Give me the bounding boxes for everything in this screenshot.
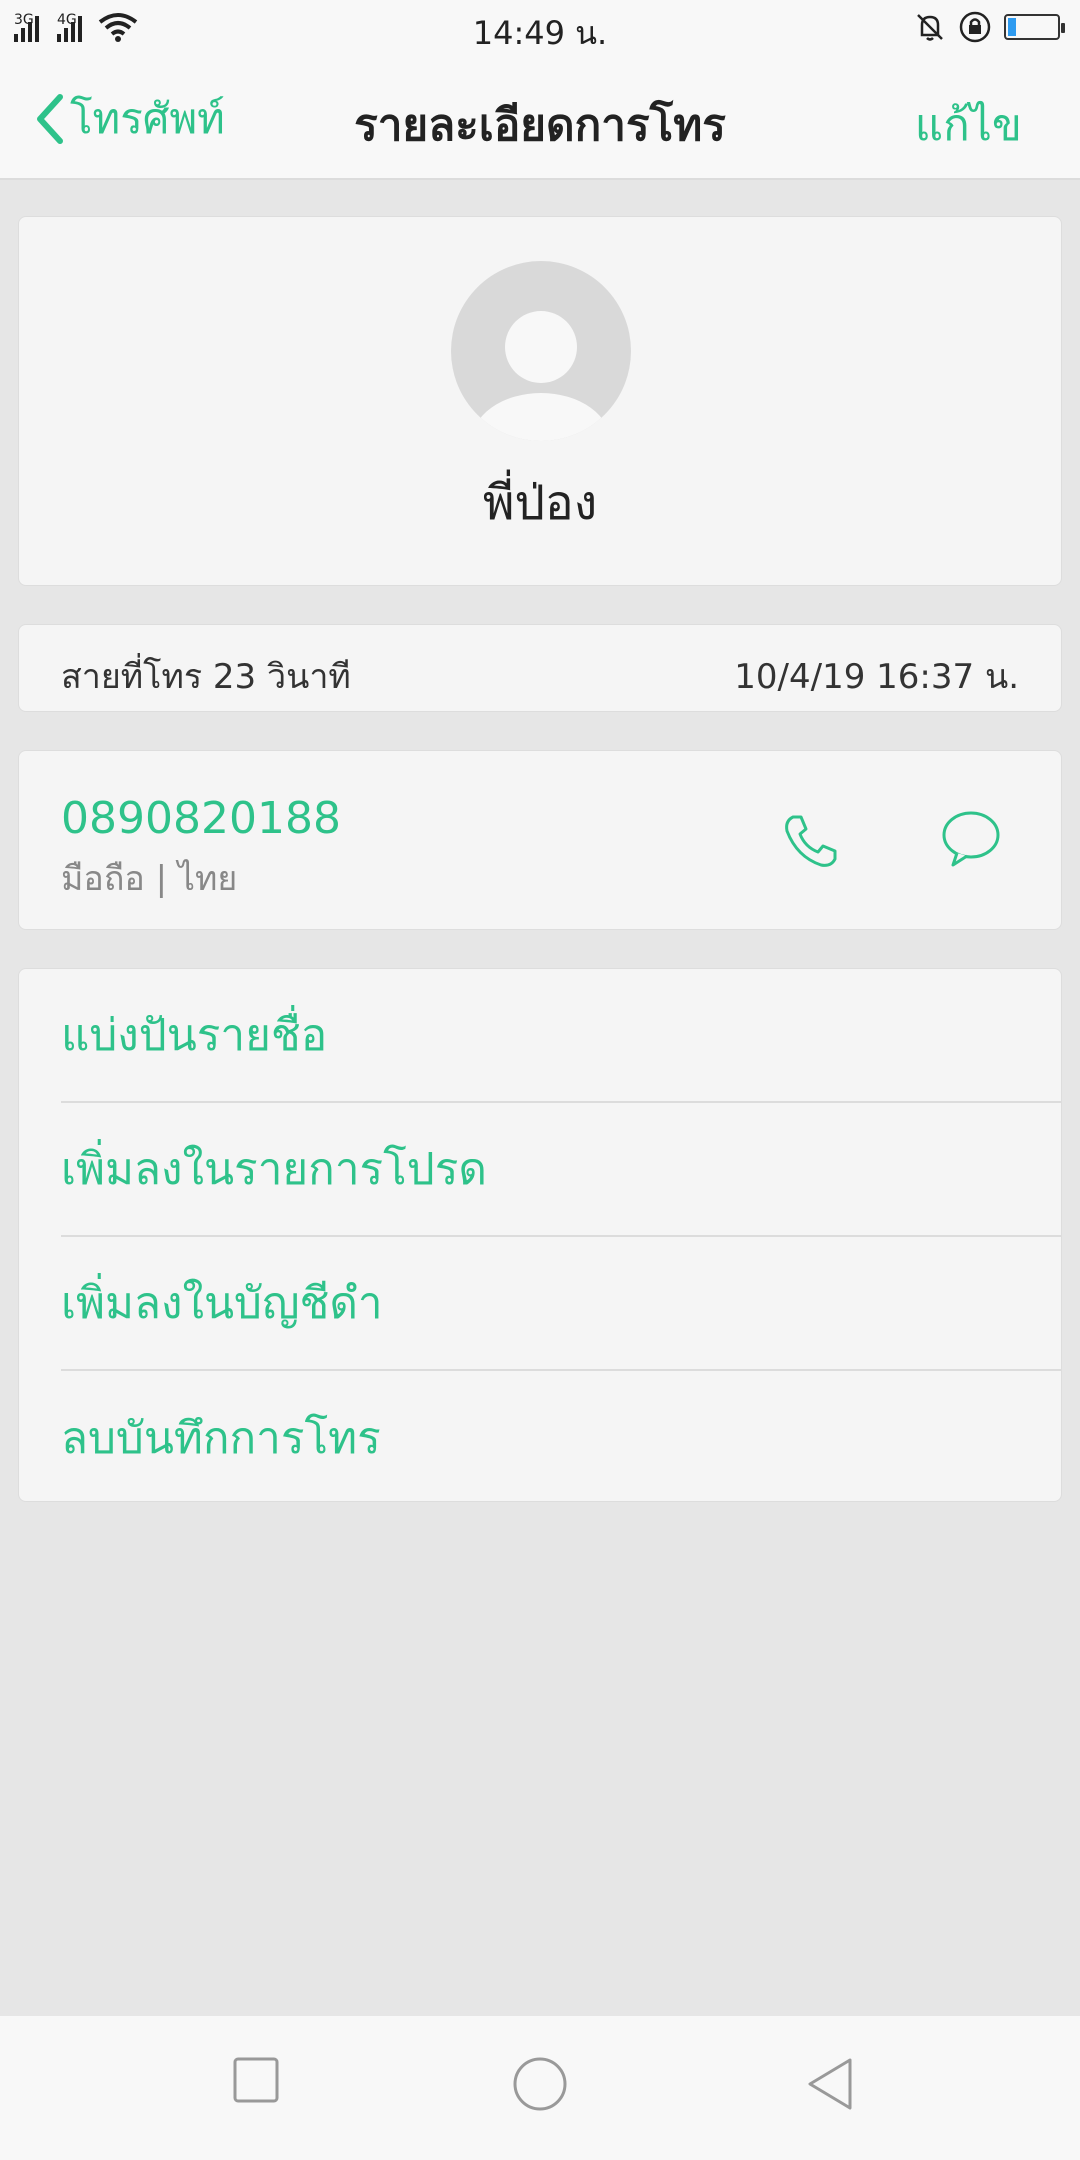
status-right-icons <box>914 10 1065 44</box>
recent-apps-button[interactable] <box>232 2056 280 2104</box>
phone-number[interactable]: 0890820188 <box>61 793 341 844</box>
add-to-blacklist-action[interactable]: เพิ่มลงในบัญชีดำ <box>61 1237 1061 1371</box>
avatar-head-shape <box>505 311 577 383</box>
contact-name: พี่ป่อง <box>482 475 598 531</box>
silent-bell-icon <box>917 14 943 41</box>
status-bar: 3G 4G 14:49 น. <box>0 0 1080 56</box>
call-duration-label: สายที่โทร 23 วินาที <box>61 657 351 697</box>
rotation-lock-icon <box>959 11 991 43</box>
call-info-card: สายที่โทร 23 วินาที 10/4/19 16:37 น. <box>18 624 1062 712</box>
delete-call-log-action[interactable]: ลบบันทึกการโทร <box>61 1371 1061 1505</box>
edit-button[interactable]: แก้ไข <box>915 90 1022 160</box>
phone-call-icon[interactable] <box>779 809 843 873</box>
phone-number-type: มือถือ | ไทย <box>61 859 238 899</box>
system-navigation-bar <box>0 2016 1080 2160</box>
home-button[interactable] <box>512 2056 568 2112</box>
contact-profile-card: พี่ป่อง <box>18 216 1062 586</box>
call-datetime: 10/4/19 16:37 น. <box>734 657 1019 697</box>
message-icon[interactable] <box>939 807 1003 871</box>
actions-list: แบ่งปันรายชื่อ เพิ่มลงในรายการโปรด เพิ่ม… <box>18 968 1062 1502</box>
avatar-body-shape <box>471 393 611 441</box>
phone-number-card[interactable]: 0890820188 มือถือ | ไทย <box>18 750 1062 930</box>
top-navigation-bar: โทรศัพท์ รายละเอียดการโทร แก้ไข <box>0 56 1080 180</box>
back-nav-button[interactable] <box>804 2056 856 2112</box>
share-contact-action[interactable]: แบ่งปันรายชื่อ <box>61 969 1061 1103</box>
add-to-favorites-action[interactable]: เพิ่มลงในรายการโปรด <box>61 1103 1061 1237</box>
avatar[interactable] <box>451 261 631 441</box>
battery-icon <box>1004 14 1065 40</box>
